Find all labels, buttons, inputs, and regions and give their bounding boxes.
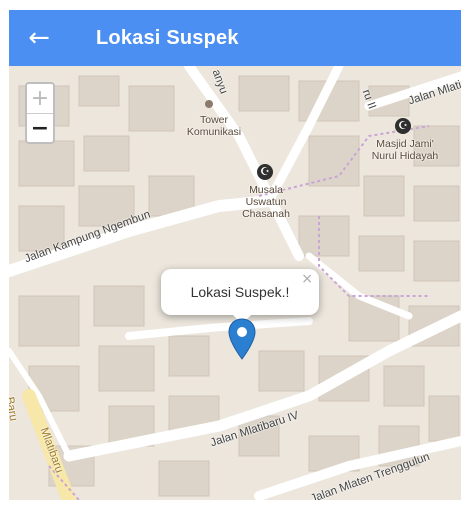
- zoom-out-button[interactable]: −: [27, 114, 53, 142]
- close-icon[interactable]: ×: [301, 271, 313, 287]
- map-label-musala: Musala Uswatun Chasanah: [242, 184, 290, 220]
- map-label-masjid: Masjid Jami' Nurul Hidayah: [371, 138, 439, 162]
- zoom-in-button[interactable]: +: [27, 84, 53, 114]
- zoom-control: + −: [25, 82, 55, 144]
- map-view[interactable]: + − Tower Komunikasi ☪ Musala Uswatun Ch…: [9, 66, 461, 500]
- page-title: Lokasi Suspek: [96, 26, 239, 49]
- marker-popup: Lokasi Suspek.! ×: [161, 269, 319, 315]
- mosque-icon: ☪: [257, 164, 273, 180]
- popup-text: Lokasi Suspek.!: [190, 284, 290, 300]
- app-screen: ← Lokasi Suspek + − Tower Komunikasi ☪ M…: [9, 10, 461, 500]
- mosque-icon: ☪: [395, 118, 411, 134]
- arrow-left-icon[interactable]: ←: [9, 10, 69, 66]
- app-bar: ← Lokasi Suspek: [9, 10, 461, 66]
- map-label-tower: Tower Komunikasi: [186, 114, 242, 138]
